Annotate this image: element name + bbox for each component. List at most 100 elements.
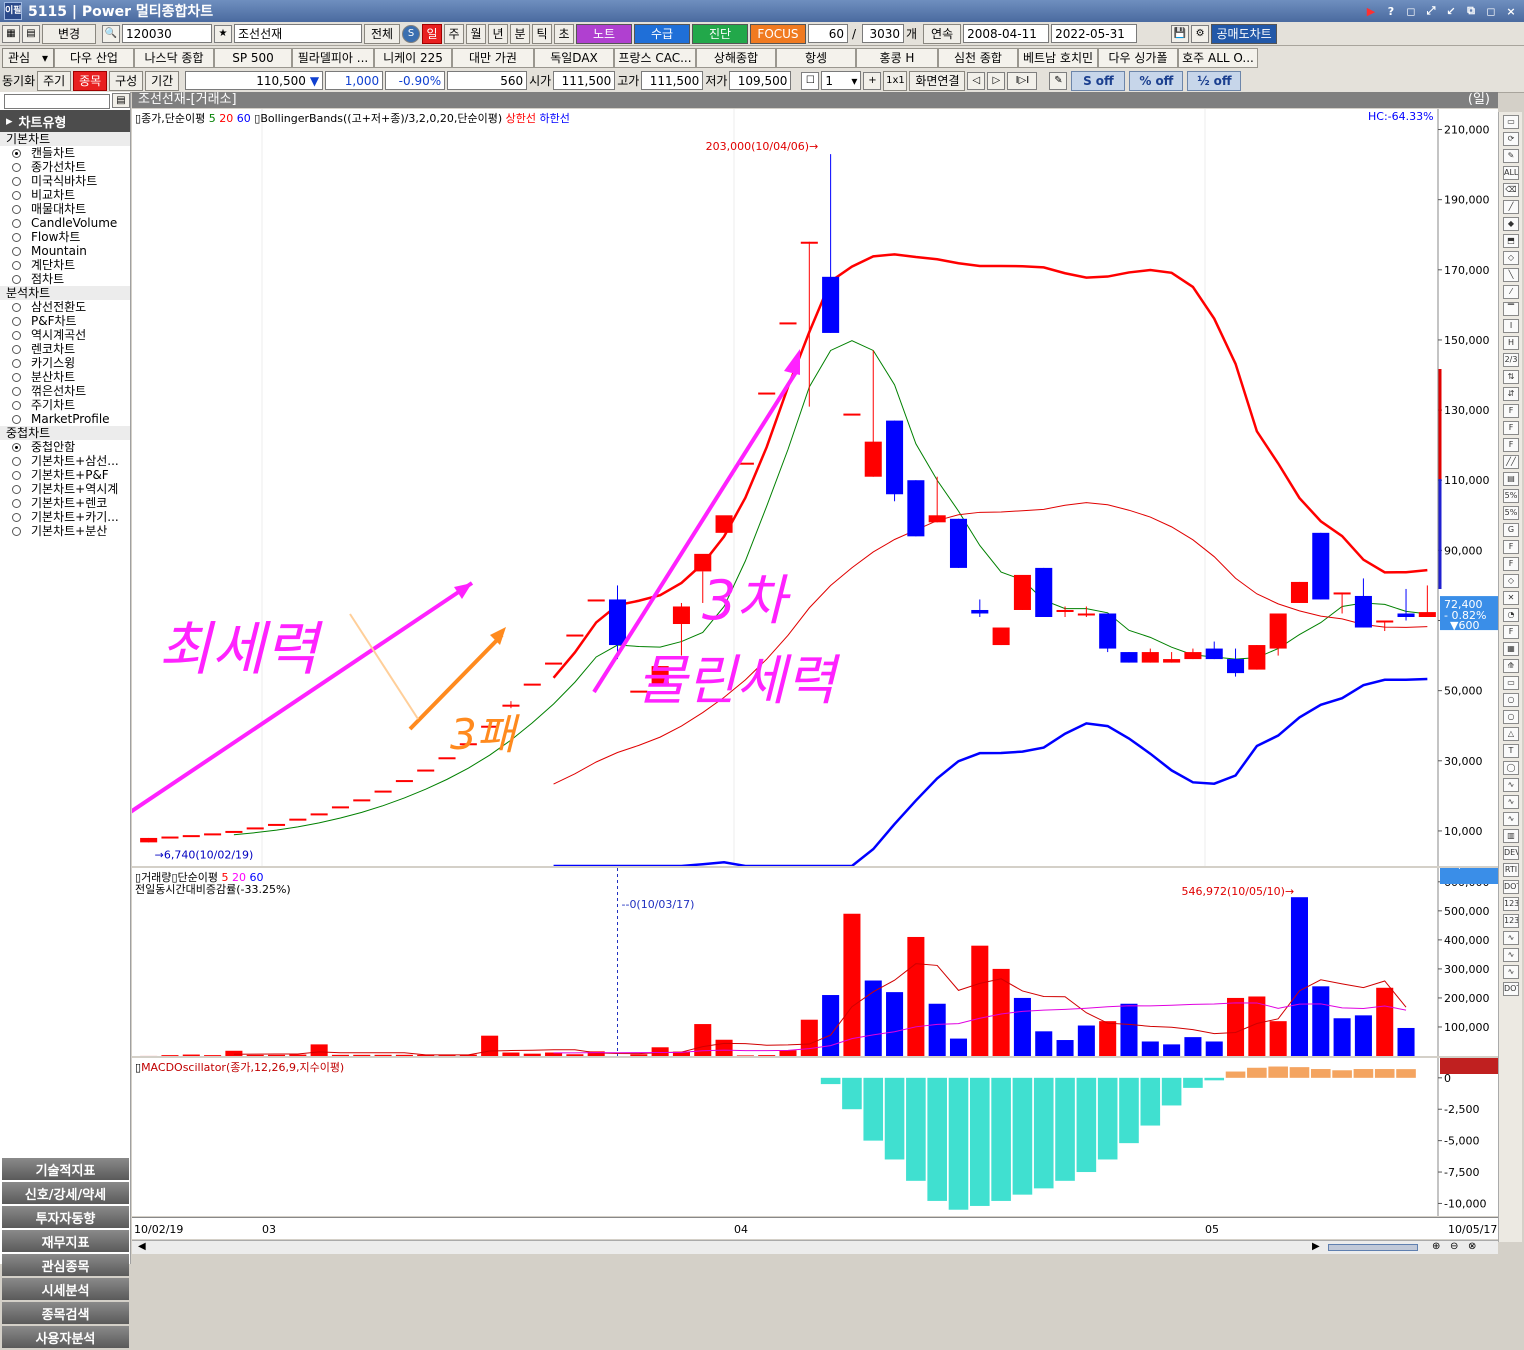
- chart-type-option[interactable]: 카기스윙: [0, 356, 130, 370]
- drawing-tool-icon[interactable]: ▤: [1503, 472, 1519, 486]
- drawing-tool-icon[interactable]: 123: [1503, 897, 1519, 911]
- change-button[interactable]: 변경: [42, 24, 96, 44]
- market-button[interactable]: 독일DAX: [534, 48, 614, 68]
- market-button[interactable]: 호주 ALL O...: [1178, 48, 1258, 68]
- drawing-tool-icon[interactable]: F: [1503, 421, 1519, 435]
- chart-type-option[interactable]: 캔들차트: [0, 146, 130, 160]
- sidebar-menu-icon[interactable]: ▤: [112, 93, 130, 108]
- chart-type-option[interactable]: 종가선차트: [0, 160, 130, 174]
- market-button[interactable]: 심천 종합: [938, 48, 1018, 68]
- drawing-tool-icon[interactable]: ○: [1503, 693, 1519, 707]
- drawing-tool-icon[interactable]: ⟰: [1503, 659, 1519, 673]
- chart-type-option[interactable]: CandleVolume: [0, 216, 130, 230]
- drawing-tool-icon[interactable]: ▥: [1503, 829, 1519, 843]
- cascade-icon[interactable]: ⧉: [1462, 3, 1480, 19]
- radio-icon[interactable]: [12, 247, 21, 256]
- scroll-right-icon[interactable]: ▶: [1312, 1241, 1320, 1252]
- market-button[interactable]: 상해종합: [696, 48, 776, 68]
- toggle-s-off[interactable]: Soff: [1071, 71, 1125, 91]
- chart-type-option[interactable]: 기본차트+분산: [0, 524, 130, 538]
- next-icon[interactable]: ▷: [987, 72, 1005, 90]
- scroll-left-icon[interactable]: ◀: [138, 1241, 146, 1252]
- spin-select[interactable]: 1▾: [821, 71, 861, 90]
- chart-type-option[interactable]: 역시계곡선: [0, 328, 130, 342]
- radio-icon[interactable]: [12, 415, 21, 424]
- radio-icon[interactable]: [12, 163, 21, 172]
- radio-icon[interactable]: [12, 359, 21, 368]
- period-month[interactable]: 월: [466, 24, 486, 44]
- market-button[interactable]: SP 500: [214, 48, 292, 68]
- pen-icon[interactable]: ✎: [1049, 72, 1067, 90]
- drawing-tool-icon[interactable]: F: [1503, 438, 1519, 452]
- drawing-tool-icon[interactable]: ⬒: [1503, 234, 1519, 248]
- sidebar-menu-button[interactable]: 기술적지표: [2, 1158, 129, 1180]
- drawing-tool-icon[interactable]: F: [1503, 540, 1519, 554]
- drawing-tool-icon[interactable]: ╲: [1503, 268, 1519, 282]
- price-chart-panel[interactable]: 10,00030,00050,00070,00090,000110,000130…: [132, 109, 1498, 866]
- expand-icon[interactable]: ⤢: [1422, 3, 1440, 19]
- cycle-button[interactable]: 주기: [37, 71, 71, 91]
- radio-icon[interactable]: [12, 387, 21, 396]
- drawing-tool-icon[interactable]: ∿: [1503, 931, 1519, 945]
- note-button[interactable]: 노트: [576, 24, 632, 44]
- drawing-tool-icon[interactable]: ✕: [1503, 591, 1519, 605]
- star-icon[interactable]: ★: [214, 25, 232, 43]
- radio-icon[interactable]: [12, 527, 21, 536]
- chart-type-option[interactable]: P&F차트: [0, 314, 130, 328]
- drawing-tool-icon[interactable]: ◇: [1503, 574, 1519, 588]
- toggle-pct-off[interactable]: %off: [1129, 71, 1183, 91]
- radio-icon[interactable]: [12, 345, 21, 354]
- period-year[interactable]: 년: [488, 24, 508, 44]
- search-icon[interactable]: 🔍: [102, 25, 120, 43]
- toggle-half-off[interactable]: ½off: [1187, 71, 1241, 91]
- drawing-tool-icon[interactable]: DOT: [1503, 982, 1519, 996]
- chart-type-option[interactable]: 기본차트+삼선...: [0, 454, 130, 468]
- radio-icon[interactable]: [12, 149, 21, 158]
- sidebar-search-field[interactable]: [4, 94, 110, 109]
- drawing-tool-icon[interactable]: F: [1503, 404, 1519, 418]
- drawing-tool-icon[interactable]: ∿: [1503, 948, 1519, 962]
- close-icon[interactable]: ×: [1502, 3, 1520, 19]
- refresh-icon[interactable]: S: [402, 25, 420, 43]
- save-icon[interactable]: 💾: [1171, 25, 1189, 43]
- drawing-tool-icon[interactable]: 5%: [1503, 489, 1519, 503]
- drawing-tool-icon[interactable]: 5%: [1503, 506, 1519, 520]
- drawing-tool-icon[interactable]: ▔: [1503, 302, 1519, 316]
- drawing-tool-icon[interactable]: ╱: [1503, 200, 1519, 214]
- scroll-thumb[interactable]: [1328, 1244, 1418, 1251]
- radio-icon[interactable]: [12, 373, 21, 382]
- radio-icon[interactable]: [12, 177, 21, 186]
- chart-type-option[interactable]: 분산차트: [0, 370, 130, 384]
- sidebar-menu-button[interactable]: 신호/강세/약세: [2, 1182, 129, 1204]
- chart-type-option[interactable]: 매물대차트: [0, 202, 130, 216]
- maximize-icon[interactable]: ◻: [1482, 3, 1500, 19]
- drawing-tool-icon[interactable]: F: [1503, 625, 1519, 639]
- short-sale-chart-button[interactable]: 공매도차트: [1211, 24, 1277, 44]
- zoom-in-icon[interactable]: ⊕: [1432, 1241, 1440, 1252]
- end-icon[interactable]: I▷I: [1007, 72, 1037, 90]
- drawing-tool-icon[interactable]: ∿: [1503, 795, 1519, 809]
- sidebar-menu-button[interactable]: 시세분석: [2, 1278, 129, 1300]
- chart-type-option[interactable]: 비교차트: [0, 188, 130, 202]
- drawing-tool-icon[interactable]: ◆: [1503, 217, 1519, 231]
- chart-scrollbar[interactable]: ◀ ▶ ⊕ ⊖ ⊗: [132, 1240, 1498, 1254]
- shrink-icon[interactable]: ↙: [1442, 3, 1460, 19]
- drawing-tool-icon[interactable]: ▦: [1503, 642, 1519, 656]
- zoom-out-icon[interactable]: ⊖: [1450, 1241, 1458, 1252]
- volume-chart-panel[interactable]: 100,000200,000300,000400,000500,000600,0…: [132, 868, 1498, 1056]
- drawing-tool-icon[interactable]: ✎: [1503, 149, 1519, 163]
- drawing-tool-icon[interactable]: ◇: [1503, 251, 1519, 265]
- market-button[interactable]: 프랑스 CAC...: [614, 48, 696, 68]
- drawing-tool-icon[interactable]: ╱╱: [1503, 455, 1519, 469]
- total-input[interactable]: 3030: [862, 24, 904, 43]
- stock-name-field[interactable]: 조선선재: [234, 24, 362, 43]
- date-to-input[interactable]: 2022-05-31: [1051, 24, 1137, 43]
- ratio-button[interactable]: 1x1: [883, 71, 907, 91]
- screen-icon[interactable]: ▤: [22, 25, 40, 43]
- drawing-tool-icon[interactable]: DEV: [1503, 846, 1519, 860]
- date-from-input[interactable]: 2008-04-11: [963, 24, 1049, 43]
- drawing-tool-icon[interactable]: ∿: [1503, 965, 1519, 979]
- drawing-tool-icon[interactable]: RTI: [1503, 863, 1519, 877]
- radio-icon[interactable]: [12, 303, 21, 312]
- period-minute[interactable]: 분: [510, 24, 530, 44]
